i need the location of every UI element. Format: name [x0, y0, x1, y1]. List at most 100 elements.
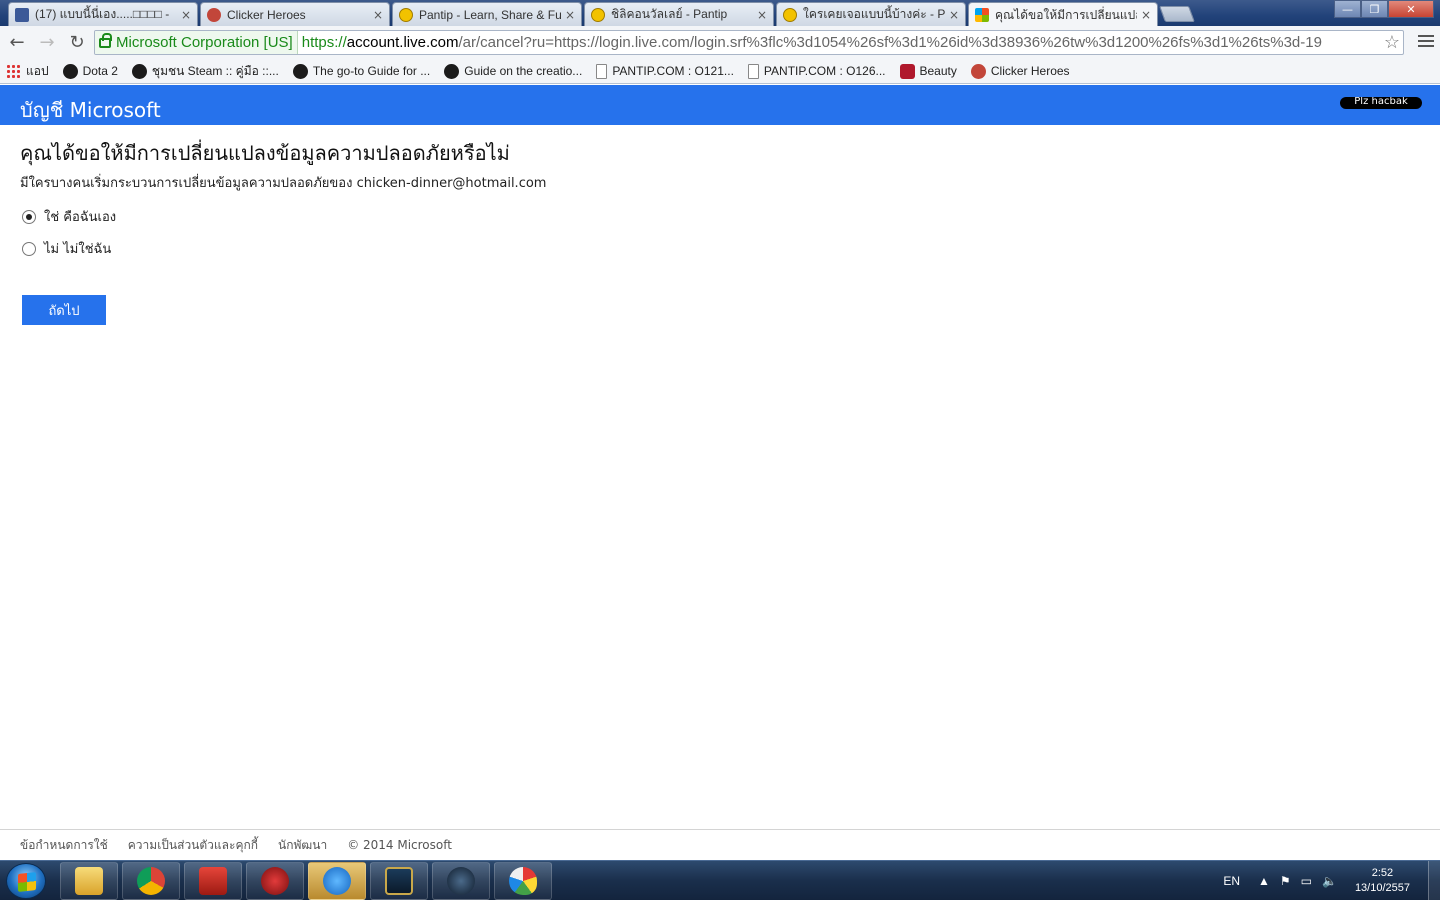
show-hidden-icons-icon[interactable]: ▲	[1258, 874, 1270, 888]
tab-close-icon[interactable]: ×	[373, 8, 383, 22]
brand-title[interactable]: บัญชี Microsoft	[20, 94, 161, 126]
tab-close-icon[interactable]: ×	[565, 8, 575, 22]
lock-icon	[99, 32, 112, 48]
volume-icon[interactable]: 🔈	[1322, 874, 1337, 888]
tab-close-icon[interactable]: ×	[181, 8, 191, 22]
taskbar-league-of-legends[interactable]	[370, 862, 428, 900]
microsoft-icon	[975, 8, 989, 22]
tab-title: (17) แบบนี้นี่เอง.....□□□□ -	[35, 7, 170, 21]
bookmark-label: Dota 2	[82, 64, 118, 78]
browser-tab-pantip-silicon[interactable]: ชิลิคอนวัลเลย์ - Pantip ×	[584, 2, 774, 26]
bookmark-pantip-2[interactable]: PANTIP.COM : O126...	[747, 63, 886, 79]
page-footer: ข้อกำหนดการใช้ ความเป็นส่วนตัวและคุกกี้ …	[0, 829, 1440, 860]
browser-toolbar: ← → ↻ Microsoft Corporation [US] https:/…	[0, 26, 1440, 59]
ev-certificate-badge[interactable]: Microsoft Corporation [US]	[95, 31, 298, 54]
bookmark-goto-guide[interactable]: The go-to Guide for ...	[292, 63, 430, 79]
footer-link-privacy[interactable]: ความเป็นส่วนตัวและคุกกี้	[128, 836, 258, 855]
browser-tab-pantip[interactable]: Pantip - Learn, Share & Fu ×	[392, 2, 582, 26]
maximize-button[interactable]: ❐	[1361, 0, 1388, 18]
tab-title: ชิลิคอนวัลเลย์ - Pantip	[611, 7, 728, 21]
bookmarks-bar: แอป Dota 2 ชุมชน Steam :: คู่มือ ::... T…	[0, 59, 1440, 84]
bookmark-creation-guide[interactable]: Guide on the creatio...	[444, 63, 583, 79]
browser-tab-facebook[interactable]: (17) แบบนี้นี่เอง.....□□□□ - ×	[8, 2, 198, 26]
tab-strip: (17) แบบนี้นี่เอง.....□□□□ - × Clicker H…	[0, 0, 1440, 27]
apps-icon	[6, 63, 21, 79]
pantip-icon	[783, 7, 797, 22]
option-label: ใช่ คือฉันเอง	[44, 210, 117, 225]
language-indicator[interactable]: EN	[1223, 874, 1240, 888]
footer-link-terms[interactable]: ข้อกำหนดการใช้	[20, 836, 108, 855]
new-tab-button[interactable]	[1159, 6, 1195, 22]
taskbar-chat-app[interactable]	[308, 862, 366, 900]
url-scheme: https://	[301, 34, 347, 51]
tab-close-icon[interactable]: ×	[1141, 8, 1151, 22]
pantip-icon	[399, 7, 413, 22]
clicker-heroes-icon	[207, 7, 221, 22]
windows-taskbar: EN ▲ ⚑ ▭ 🔈 2:52 13/10/2557	[0, 860, 1440, 900]
bookmark-steam-guide[interactable]: ชุมชน Steam :: คู่มือ ::...	[131, 62, 279, 81]
show-desktop-button[interactable]	[1428, 861, 1440, 900]
footer-link-developers[interactable]: นักพัฒนา	[278, 836, 327, 855]
chat-app-icon	[323, 867, 351, 895]
browser-tab-clicker-heroes[interactable]: Clicker Heroes ×	[200, 2, 390, 26]
bookmark-pantip-1[interactable]: PANTIP.COM : O121...	[596, 63, 734, 79]
taskbar-game-app[interactable]	[246, 862, 304, 900]
league-of-legends-icon	[385, 867, 413, 895]
browser-tab-microsoft-active[interactable]: คุณได้ขอให้มีการเปลี่ยนแปล ×	[968, 2, 1158, 27]
steam-icon	[292, 63, 308, 79]
url-text[interactable]: https://account.live.com/ar/cancel?ru=ht…	[298, 34, 1381, 51]
bookmark-label: แอป	[26, 63, 49, 78]
tab-close-icon[interactable]: ×	[949, 8, 959, 22]
option-yes-its-me[interactable]: ใช่ คือฉันเอง	[22, 206, 116, 227]
page-title: คุณได้ขอให้มีการเปลี่ยนแปลงข้อมูลความปลอ…	[20, 141, 510, 165]
paint-icon	[509, 867, 537, 895]
windows-logo-icon	[18, 872, 36, 892]
bookmark-label: PANTIP.COM : O121...	[612, 64, 734, 78]
window-controls: — ❐ ✕	[1334, 0, 1434, 18]
page-icon	[747, 63, 759, 79]
minimize-button[interactable]: —	[1334, 0, 1361, 18]
bookmark-label: Guide on the creatio...	[464, 64, 583, 78]
page-description: มีใครบางคนเริ่มกระบวนการเปลี่ยนข้อมูลควา…	[20, 176, 547, 191]
tab-title: Clicker Heroes	[227, 7, 306, 22]
windows-explorer-icon	[75, 867, 103, 895]
forward-button[interactable]: →	[34, 30, 60, 56]
bookmark-star-icon[interactable]: ☆	[1381, 32, 1403, 53]
bookmark-apps[interactable]: แอป	[6, 62, 49, 81]
radio-button[interactable]	[22, 241, 36, 256]
tab-close-icon[interactable]: ×	[757, 8, 767, 22]
next-button[interactable]: ถัดไป	[22, 295, 106, 325]
bookmark-label: ชุมชน Steam :: คู่มือ ::...	[151, 63, 279, 78]
taskbar-steam[interactable]	[432, 862, 490, 900]
back-button[interactable]: ←	[4, 30, 30, 56]
tab-title: คุณได้ขอให้มีการเปลี่ยนแปล	[995, 7, 1137, 22]
address-bar[interactable]: Microsoft Corporation [US] https://accou…	[94, 30, 1404, 55]
taskbar-explorer[interactable]	[60, 862, 118, 900]
network-icon[interactable]: ▭	[1301, 874, 1312, 888]
taskbar-chrome[interactable]	[122, 862, 180, 900]
taskbar-flash[interactable]	[184, 862, 242, 900]
steam-icon	[447, 867, 475, 895]
chrome-menu-icon[interactable]	[1418, 33, 1434, 49]
reload-button[interactable]: ↻	[64, 30, 90, 56]
bookmark-dota2[interactable]: Dota 2	[62, 63, 118, 79]
steam-icon	[62, 63, 78, 79]
close-window-button[interactable]: ✕	[1388, 0, 1434, 18]
browser-tab-pantip-question[interactable]: ใครเคยเจอแบบนี้บ้างค่ะ - Pa ×	[776, 2, 966, 26]
taskbar-paint[interactable]	[494, 862, 552, 900]
bookmark-beauty[interactable]: Beauty	[899, 63, 957, 79]
steam-icon	[131, 63, 147, 79]
bookmark-label: Clicker Heroes	[990, 64, 1070, 78]
steam-icon	[444, 63, 460, 79]
action-center-flag-icon[interactable]: ⚑	[1280, 874, 1291, 888]
bookmark-clicker-heroes[interactable]: Clicker Heroes	[970, 63, 1070, 79]
tab-title: Pantip - Learn, Share & Fu	[419, 7, 561, 22]
system-tray: EN ▲ ⚑ ▭ 🔈 2:52 13/10/2557	[1223, 861, 1440, 900]
option-no-not-me[interactable]: ไม่ ไม่ใช่ฉัน	[22, 238, 111, 259]
radio-button-checked[interactable]	[22, 209, 36, 224]
url-path: /ar/cancel?ru=https://login.live.com/log…	[458, 34, 1322, 51]
user-name-redacted[interactable]: Plz hacbak	[1340, 97, 1422, 109]
facebook-icon	[15, 7, 29, 22]
start-button[interactable]	[6, 863, 46, 899]
clock[interactable]: 2:52 13/10/2557	[1355, 866, 1410, 896]
